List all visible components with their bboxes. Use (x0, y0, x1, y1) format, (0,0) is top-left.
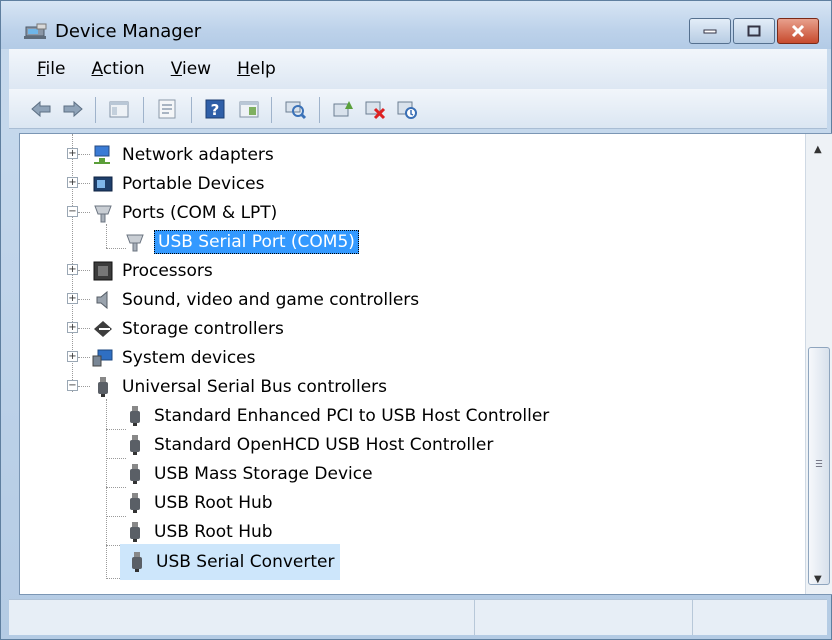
status-pane (475, 600, 693, 635)
minimize-button[interactable] (689, 18, 731, 44)
expand-system-devices[interactable]: + (67, 351, 78, 362)
tree-item-usb-child[interactable]: USB Root Hub (124, 488, 273, 517)
menu-view[interactable]: View (171, 59, 211, 79)
tree-item-label: Universal Serial Bus controllers (122, 376, 388, 397)
port-icon (94, 205, 112, 222)
vertical-scrollbar[interactable]: ▲ ─ ─ ─ ▼ (805, 134, 832, 594)
toolbar-separator (143, 97, 144, 123)
port-icon (126, 234, 144, 251)
tree-item-label-selected: USB Serial Port (COM5) (154, 229, 359, 254)
back-icon[interactable] (29, 97, 53, 121)
tree-item-label: Standard Enhanced PCI to USB Host Contro… (154, 405, 550, 426)
tree-item-usb-child[interactable]: USB Mass Storage Device (124, 459, 373, 488)
close-button[interactable] (777, 18, 819, 44)
tree-item-usb-child[interactable]: Standard Enhanced PCI to USB Host Contro… (124, 401, 549, 430)
expand-network-adapters[interactable]: + (67, 148, 78, 159)
tree-item-usb-serial-port[interactable]: USB Serial Port (COM5) (124, 227, 359, 256)
tree-item-usb-serial-converter[interactable]: USB Serial Converter (120, 544, 341, 580)
system-device-icon (92, 349, 113, 366)
device-manager-icon (24, 23, 47, 39)
device-tree-pane[interactable]: + Network adapters + Portable Devices − … (19, 133, 832, 595)
forward-icon[interactable] (61, 97, 85, 121)
storage-icon (94, 320, 112, 337)
show-hide-tree-icon[interactable] (107, 97, 131, 121)
status-bar (9, 599, 827, 635)
tree-item-label: Storage controllers (122, 318, 284, 339)
window-title: Device Manager (55, 21, 202, 42)
tree-item-label: Portable Devices (122, 173, 265, 194)
tree-item-sound[interactable]: Sound, video and game controllers (92, 285, 419, 314)
expand-processors[interactable]: + (67, 264, 78, 275)
tree-item-label: Network adapters (122, 144, 274, 165)
processor-icon (93, 261, 113, 280)
toolbar-separator (271, 97, 272, 123)
usb-icon (130, 434, 140, 455)
menu-action[interactable]: Action (91, 59, 144, 79)
title-bar[interactable]: Device Manager (1, 1, 831, 49)
expand-sound[interactable]: + (67, 293, 78, 304)
maximize-icon (747, 25, 761, 37)
minimize-icon (703, 29, 717, 34)
scroll-up-icon[interactable]: ▲ (814, 144, 822, 155)
tree-item-label: Standard OpenHCD USB Host Controller (154, 434, 494, 455)
toolbar: ? (9, 89, 827, 129)
disable-icon[interactable] (395, 97, 419, 121)
expand-storage[interactable]: + (67, 322, 78, 333)
tree-item-network-adapters[interactable]: Network adapters (92, 140, 274, 169)
usb-icon (98, 376, 108, 397)
tree-item-usb-controllers[interactable]: Universal Serial Bus controllers (92, 372, 387, 401)
grip-icon: ─ ─ ─ (816, 456, 823, 473)
tree-item-label: Ports (COM & LPT) (122, 202, 278, 223)
tree-item-label: USB Serial Converter (156, 552, 335, 572)
tree-item-label: USB Root Hub (154, 521, 273, 542)
tree-item-storage[interactable]: Storage controllers (92, 314, 284, 343)
status-pane (9, 600, 475, 635)
tree-item-label: Sound, video and game controllers (122, 289, 420, 310)
expand-portable-devices[interactable]: + (67, 177, 78, 188)
update-driver-icon[interactable] (331, 97, 355, 121)
menu-bar: File Action View Help (9, 49, 827, 89)
properties-icon[interactable] (155, 97, 179, 121)
toolbar-separator (319, 97, 320, 123)
device-manager-window: Device Manager File Action View Help ? +… (0, 0, 832, 640)
tree-item-system-devices[interactable]: System devices (92, 343, 256, 372)
status-pane (693, 600, 827, 635)
svg-text:?: ? (211, 101, 220, 119)
toolbar-separator (95, 97, 96, 123)
network-adapter-icon (94, 145, 110, 164)
scrollbar-thumb[interactable]: ─ ─ ─ (808, 347, 830, 585)
usb-icon (130, 463, 140, 484)
action-pane-icon[interactable] (237, 97, 261, 121)
menu-file[interactable]: File (37, 59, 65, 79)
menu-help[interactable]: Help (237, 59, 276, 79)
tree-item-usb-child[interactable]: USB Root Hub (124, 517, 273, 546)
tree-item-label: Processors (122, 260, 213, 281)
portable-device-icon (93, 176, 113, 191)
maximize-button[interactable] (733, 18, 775, 44)
tree-item-usb-child[interactable]: Standard OpenHCD USB Host Controller (124, 430, 493, 459)
scan-hardware-icon[interactable] (283, 97, 307, 121)
tree-item-ports[interactable]: Ports (COM & LPT) (92, 198, 277, 227)
uninstall-icon[interactable] (363, 97, 387, 121)
close-icon (791, 25, 805, 37)
usb-icon (130, 521, 140, 542)
usb-icon (130, 405, 140, 426)
scroll-down-icon[interactable]: ▼ (814, 574, 822, 585)
collapse-usb-controllers[interactable]: − (67, 380, 78, 391)
tree-item-label: USB Mass Storage Device (154, 463, 373, 484)
usb-icon (130, 492, 140, 513)
collapse-ports[interactable]: − (67, 206, 78, 217)
speaker-icon (96, 290, 108, 309)
tree-item-portable-devices[interactable]: Portable Devices (92, 169, 265, 198)
tree-item-processors[interactable]: Processors (92, 256, 213, 285)
usb-icon (132, 552, 142, 572)
tree-item-label: USB Root Hub (154, 492, 273, 513)
tree-item-label: System devices (122, 347, 256, 368)
help-icon[interactable]: ? (203, 97, 227, 121)
toolbar-separator (191, 97, 192, 123)
